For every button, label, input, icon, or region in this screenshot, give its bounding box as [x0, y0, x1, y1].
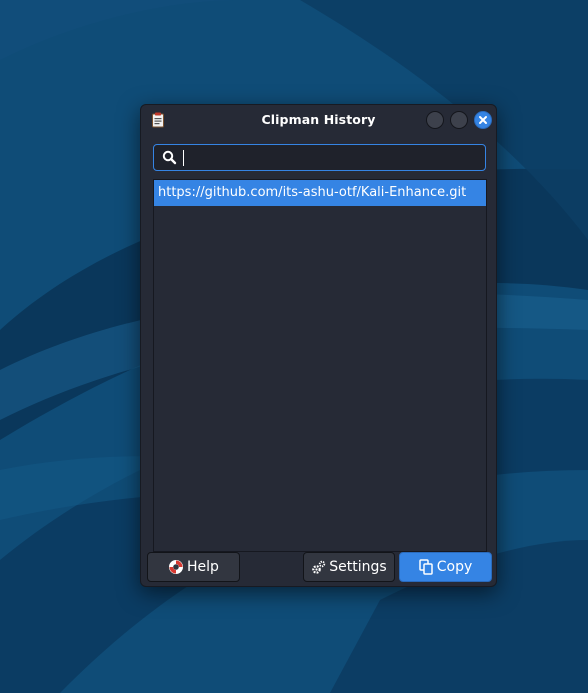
search-field[interactable]: [153, 144, 486, 171]
history-item[interactable]: https://github.com/its-ashu-otf/Kali-Enh…: [154, 180, 486, 206]
maximize-button[interactable]: [450, 111, 468, 129]
gear-icon: [312, 560, 326, 574]
help-button-label: Help: [187, 559, 219, 575]
title-bar[interactable]: Clipman History: [141, 105, 496, 135]
settings-button[interactable]: Settings: [303, 552, 395, 582]
copy-button-label: Copy: [436, 559, 473, 575]
close-icon: [479, 116, 487, 124]
lifebuoy-icon: [169, 560, 184, 574]
help-button[interactable]: Help: [147, 552, 240, 582]
copy-icon: [418, 559, 433, 575]
search-input[interactable]: [182, 148, 477, 167]
clipman-window: Clipman History https://github.com/its-a…: [140, 104, 497, 587]
minimize-button[interactable]: [426, 111, 444, 129]
text-cursor: [183, 150, 184, 166]
close-button[interactable]: [474, 111, 492, 129]
history-list[interactable]: https://github.com/its-ashu-otf/Kali-Enh…: [153, 179, 487, 552]
settings-button-label: Settings: [329, 559, 387, 575]
search-icon: [162, 150, 177, 165]
copy-button[interactable]: Copy: [399, 552, 492, 582]
